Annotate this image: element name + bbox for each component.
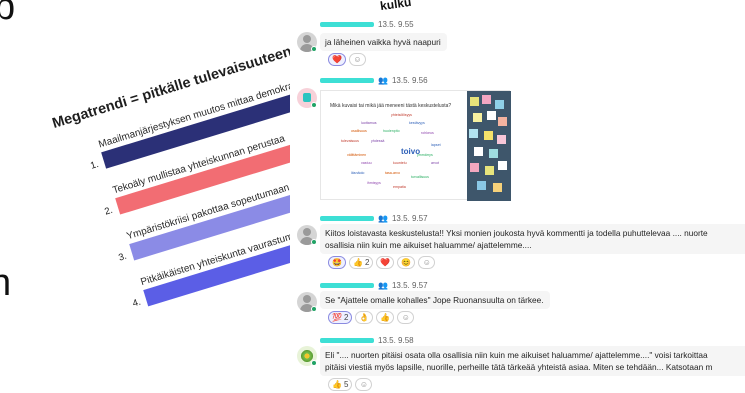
word-cloud-word: yhteisöllisyys bbox=[391, 113, 412, 117]
word-cloud-word: kestävyys bbox=[409, 121, 425, 125]
sender-name-redacted bbox=[320, 21, 374, 27]
word-cloud-word: lapset bbox=[431, 143, 441, 147]
add-reaction-icon[interactable]: ☺ bbox=[348, 53, 366, 66]
slide-edge-fragment: n bbox=[0, 262, 12, 304]
reaction-smile[interactable]: 😊 bbox=[397, 256, 416, 269]
message-time: 13.5. 9.58 bbox=[378, 335, 414, 345]
reaction-bar: 👍 5 ☺ bbox=[328, 378, 373, 391]
word-cloud-word: arvot bbox=[431, 161, 439, 165]
reaction-bar: ❤️ ☺ bbox=[328, 53, 366, 66]
sticky-notes-photo bbox=[467, 91, 511, 201]
megatrend-number: 1. bbox=[89, 158, 101, 172]
message-header: 👥 13.5. 9.57 bbox=[320, 212, 428, 224]
message-text: Se "Ajattele omalle kohalles" Jope Ruona… bbox=[325, 295, 544, 305]
sender-name-redacted bbox=[320, 282, 374, 288]
message-text: ja läheinen vaikka hyvä naapuri bbox=[325, 37, 441, 47]
people-icon: 👥 bbox=[378, 75, 388, 85]
megatrend-number: 2. bbox=[103, 204, 115, 218]
word-cloud-word: huolenpito bbox=[383, 129, 400, 133]
megatrend-number: 3. bbox=[117, 250, 129, 264]
slide-heading-fragment: p bbox=[0, 0, 16, 28]
people-icon: 👥 bbox=[378, 280, 388, 290]
word-cloud-word: rohkeus bbox=[421, 131, 434, 135]
reaction-hundred[interactable]: 💯 2 bbox=[328, 311, 353, 324]
reaction-heart[interactable]: ❤️ bbox=[328, 53, 346, 66]
message-time: 13.5. 9.56 bbox=[391, 75, 428, 85]
message-bubble: Eli ".... nuorten pitäisi osata olla osa… bbox=[320, 346, 745, 376]
reaction-thumbs-up[interactable]: 👍 5 bbox=[328, 378, 353, 391]
message-text-line: Eli ".... nuorten pitäisi osata olla osa… bbox=[325, 350, 708, 360]
word-cloud-word: läsnäolo bbox=[351, 171, 365, 175]
message-header: 👥 13.5. 9.57 bbox=[320, 279, 428, 291]
message-text-line: Kiitos loistavasta keskustelusta!! Yksi … bbox=[325, 228, 708, 238]
word-cloud-word: tasa-arvo bbox=[385, 171, 400, 175]
presence-indicator bbox=[311, 306, 317, 312]
presence-indicator bbox=[311, 102, 317, 108]
message-text-line: osallisia niin kuin me aikuiset haluamme… bbox=[325, 240, 532, 250]
word-cloud-word: luottamus bbox=[361, 121, 377, 125]
sender-name-redacted bbox=[320, 215, 374, 221]
message-text-line: pitäisi viestiä myös lapsille, nuorille,… bbox=[325, 362, 713, 372]
reaction-ok-hand[interactable]: 👌 bbox=[355, 311, 374, 324]
word-cloud-word: osallisuus bbox=[351, 129, 367, 133]
reaction-bar: 💯 2 👌 👍 ☺ bbox=[328, 311, 415, 324]
add-reaction-icon[interactable]: ☺ bbox=[355, 378, 373, 391]
presentation-slide: p n Megatrendi = pitkälle tulevaisuuteen… bbox=[0, 0, 290, 393]
reaction-heart[interactable]: ❤️ bbox=[376, 256, 395, 269]
message-header: 13.5. 9.55 bbox=[320, 18, 414, 30]
word-cloud-word: yhdessä bbox=[371, 139, 385, 143]
image-attachment[interactable]: Mikä kuvaisi tai mikä jää meneeni tästä … bbox=[320, 90, 511, 201]
sender-name-redacted bbox=[320, 77, 374, 83]
message-time: 13.5. 9.55 bbox=[378, 19, 414, 29]
reaction-bar: 🤩 👍 2 ❤️ 😊 ☺ bbox=[328, 256, 436, 269]
attachment-question: Mikä kuvaisi tai mikä jää meneeni tästä … bbox=[330, 103, 452, 109]
megatrend-list: Megatrendi = pitkälle tulevaisuuteen suu… bbox=[40, 0, 290, 342]
word-cloud-word: ymmärrys bbox=[417, 153, 433, 157]
message-header: 13.5. 9.58 bbox=[320, 334, 414, 346]
word-cloud-word: empatia bbox=[393, 185, 406, 189]
message-bubble: Kiitos loistavasta keskustelusta!! Yksi … bbox=[320, 224, 745, 254]
presence-indicator bbox=[311, 239, 317, 245]
word-cloud-word: tulevaisuus bbox=[341, 139, 359, 143]
people-icon: 👥 bbox=[378, 213, 388, 223]
megatrend-number: 4. bbox=[131, 296, 143, 310]
add-reaction-icon[interactable]: ☺ bbox=[418, 256, 436, 269]
word-cloud-word: vastuu bbox=[361, 161, 372, 165]
add-reaction-icon[interactable]: ☺ bbox=[397, 311, 415, 324]
reaction-thumbs-up[interactable]: 👍 bbox=[376, 311, 395, 324]
message-bubble: Se "Ajattele omalle kohalles" Jope Ruona… bbox=[320, 291, 550, 309]
chat-panel: kulku 13.5. 9.55 ja läheinen vaikka hyvä… bbox=[292, 0, 745, 393]
chat-header-fragment: kulku bbox=[379, 0, 413, 14]
message-time: 13.5. 9.57 bbox=[391, 280, 428, 290]
presence-indicator bbox=[311, 46, 317, 52]
word-cloud-word: välittäminen bbox=[347, 153, 367, 157]
reaction-star-struck[interactable]: 🤩 bbox=[328, 256, 346, 269]
word-cloud-word: turvallisuus bbox=[411, 175, 429, 179]
message-time: 13.5. 9.57 bbox=[391, 213, 428, 223]
message-bubble: ja läheinen vaikka hyvä naapuri bbox=[320, 33, 447, 51]
presence-indicator bbox=[311, 360, 317, 366]
word-cloud-word: ihmisyys bbox=[367, 181, 381, 185]
word-cloud-word: kuuntelu bbox=[393, 161, 407, 165]
reaction-thumbs-up[interactable]: 👍 2 bbox=[348, 256, 374, 269]
message-header: 👥 13.5. 9.56 bbox=[320, 74, 428, 86]
sender-name-redacted bbox=[320, 337, 374, 343]
